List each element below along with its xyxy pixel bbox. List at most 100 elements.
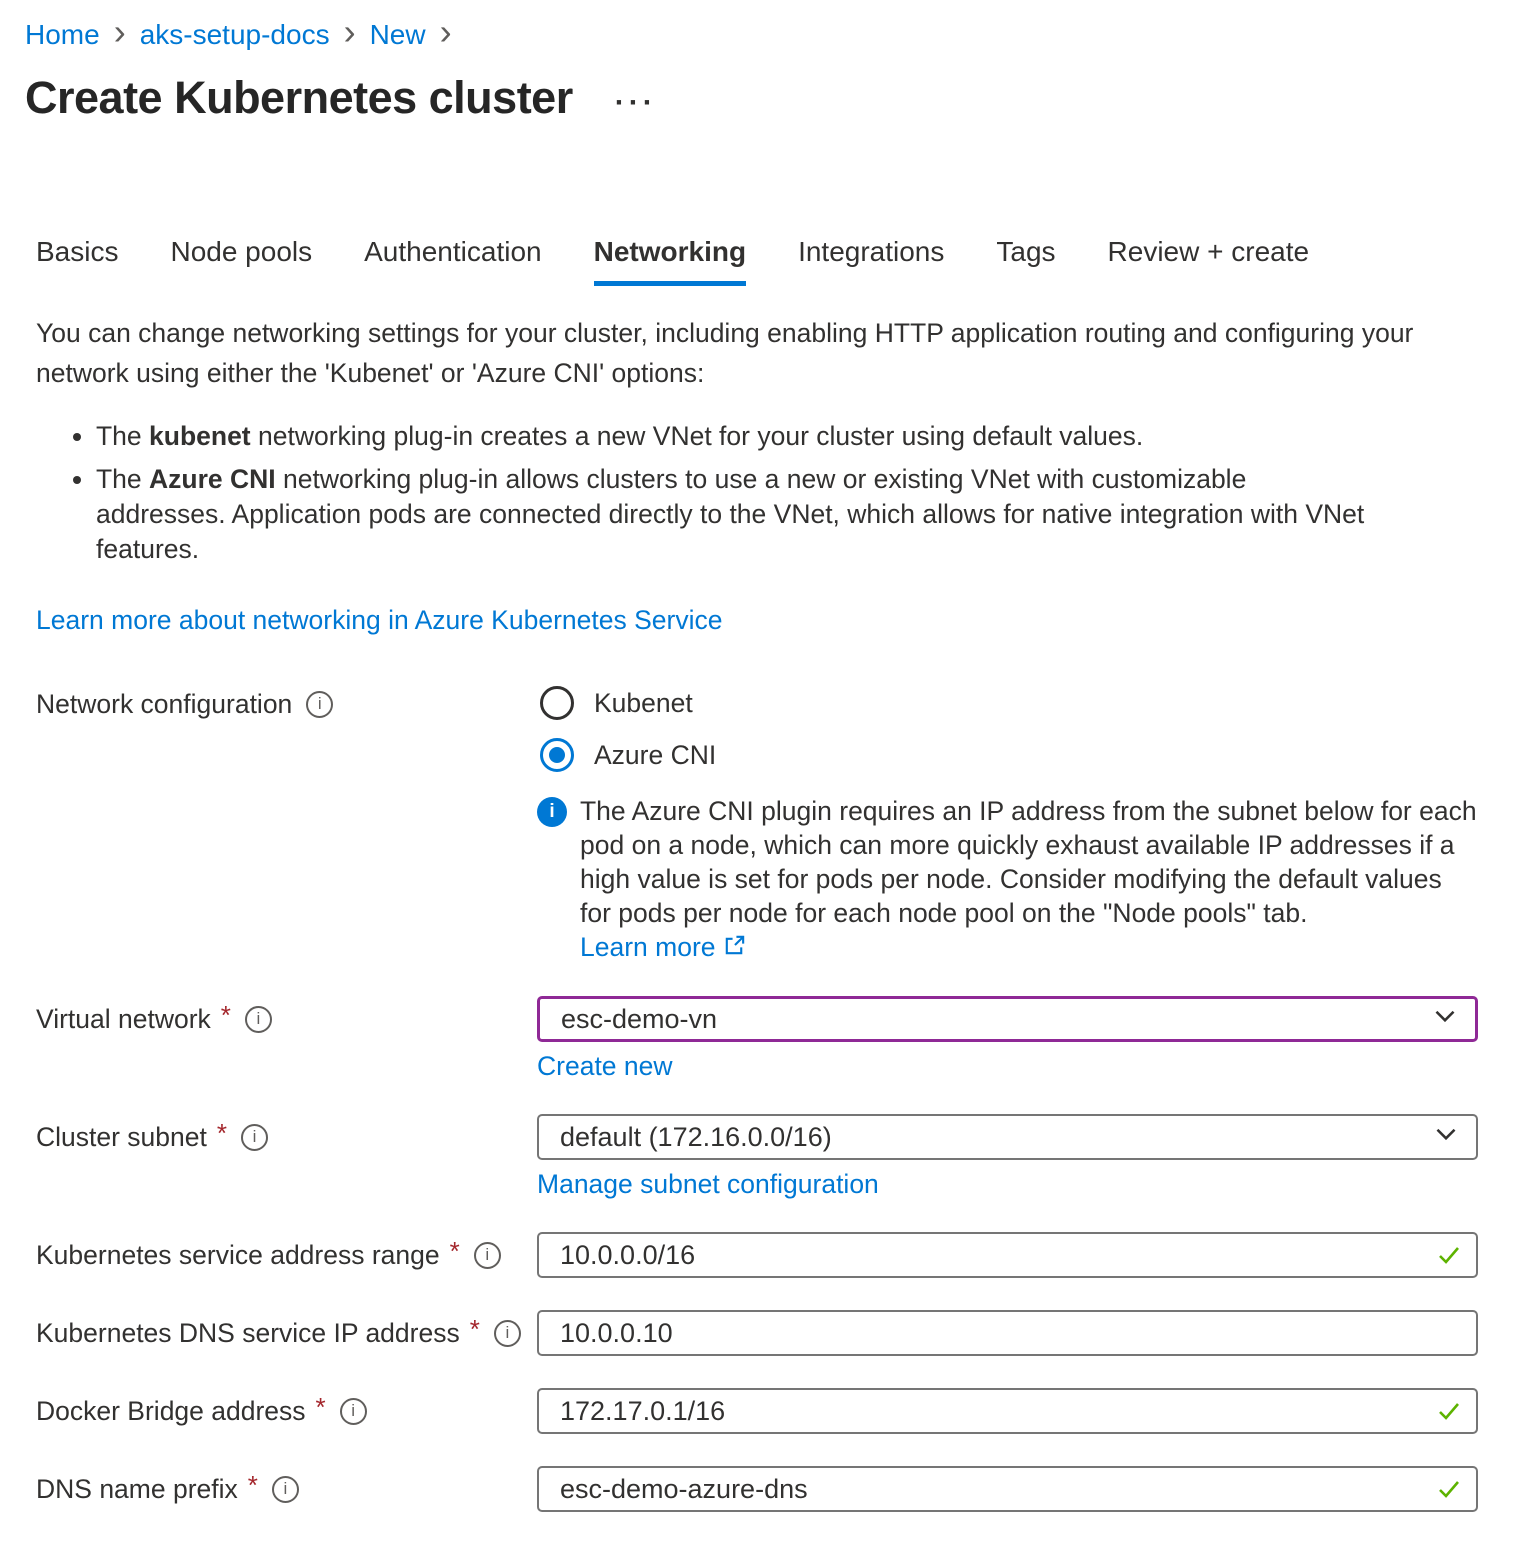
info-glyph: i (253, 1127, 257, 1147)
required-asterisk: * (248, 1470, 258, 1501)
info-glyph: i (284, 1479, 288, 1499)
info-glyph: i (351, 1401, 355, 1421)
radio-azure-cni[interactable]: Azure CNI (540, 738, 1478, 772)
info-icon[interactable]: i (340, 1398, 367, 1425)
title-row: Create Kubernetes cluster ··· (25, 72, 1478, 124)
cluster-subnet-value: default (172.16.0.0/16) (560, 1122, 832, 1153)
dns-service-ip-input[interactable] (537, 1310, 1478, 1356)
info-icon[interactable]: i (241, 1124, 268, 1151)
chevron-down-icon (1430, 1118, 1462, 1157)
field-label-row: Docker Bridge address * i (36, 1388, 537, 1434)
learn-more-link[interactable]: Learn more (580, 932, 747, 962)
dns-service-ip-label: Kubernetes DNS service IP address (36, 1318, 460, 1349)
page-title: Create Kubernetes cluster (25, 72, 573, 124)
radio-selected-icon (540, 738, 574, 772)
info-message-text: The Azure CNI plugin requires an IP addr… (580, 796, 1477, 928)
info-glyph: i (549, 801, 554, 823)
tab-basics[interactable]: Basics (36, 236, 118, 286)
list-item-azure-cni: The Azure CNI networking plug-in allows … (96, 462, 1366, 567)
tab-node-pools[interactable]: Node pools (170, 236, 312, 286)
field-label-row: Virtual network * i (36, 996, 537, 1042)
form-row-dns-name-prefix: DNS name prefix * i (36, 1466, 1478, 1512)
tab-integrations[interactable]: Integrations (798, 236, 944, 286)
required-asterisk: * (217, 1118, 227, 1149)
virtual-network-value: esc-demo-vn (561, 1004, 717, 1035)
more-options-button[interactable]: ··· (615, 86, 657, 120)
tab-tags[interactable]: Tags (996, 236, 1055, 286)
info-icon[interactable]: i (306, 691, 333, 718)
form-row-cluster-subnet: Cluster subnet * i default (172.16.0.0/1… (36, 1114, 1478, 1200)
required-asterisk: * (221, 1000, 231, 1031)
tab-authentication[interactable]: Authentication (364, 236, 541, 286)
info-filled-icon: i (537, 797, 567, 827)
form-row-virtual-network: Virtual network * i esc-demo-vn Create n… (36, 996, 1478, 1082)
checkmark-icon (1434, 1474, 1464, 1509)
form-row-dns-service-ip: Kubernetes DNS service IP address * i (36, 1310, 1478, 1356)
info-glyph: i (485, 1245, 489, 1265)
bullet-text: networking plug-in allows clusters to us… (96, 464, 1364, 564)
dns-name-prefix-input[interactable] (537, 1466, 1478, 1512)
radio-unselected-icon (540, 686, 574, 720)
info-icon[interactable]: i (272, 1476, 299, 1503)
docker-bridge-input[interactable] (537, 1388, 1478, 1434)
info-glyph: i (318, 694, 322, 714)
form-row-docker-bridge: Docker Bridge address * i (36, 1388, 1478, 1434)
field-label-row: Cluster subnet * i (36, 1114, 537, 1160)
radio-azure-cni-label: Azure CNI (594, 740, 716, 771)
breadcrumb: Home › aks-setup-docs › New › (25, 18, 1478, 52)
breadcrumb-separator-icon: › (114, 18, 126, 52)
dns-name-prefix-label: DNS name prefix (36, 1474, 238, 1505)
cluster-subnet-label: Cluster subnet (36, 1122, 207, 1153)
field-label-row: Kubernetes service address range * i (36, 1232, 537, 1278)
breadcrumb-link-new[interactable]: New (370, 19, 426, 51)
checkmark-icon (1434, 1240, 1464, 1275)
breadcrumb-link-home[interactable]: Home (25, 19, 100, 51)
docker-bridge-label: Docker Bridge address (36, 1396, 306, 1427)
network-configuration-radio-group: Kubenet Azure CNI (537, 686, 1478, 772)
radio-kubenet-label: Kubenet (594, 688, 693, 719)
form-row-service-address-range: Kubernetes service address range * i (36, 1232, 1478, 1278)
field-label-row: Kubernetes DNS service IP address * i (36, 1310, 537, 1356)
form-row-network-configuration: Network configuration i Kubenet Azure CN… (36, 686, 1478, 772)
list-item-kubenet: The kubenet networking plug-in creates a… (96, 419, 1366, 454)
info-icon[interactable]: i (494, 1320, 521, 1347)
service-address-range-input[interactable] (537, 1232, 1478, 1278)
bullet-text: networking plug-in creates a new VNet fo… (251, 421, 1144, 451)
tab-review-create[interactable]: Review + create (1108, 236, 1310, 286)
cluster-subnet-dropdown[interactable]: default (172.16.0.0/16) (537, 1114, 1478, 1160)
bullet-bold: kubenet (149, 421, 251, 451)
virtual-network-label: Virtual network (36, 1004, 211, 1035)
field-label-row: Network configuration i (36, 686, 537, 722)
required-asterisk: * (470, 1314, 480, 1345)
virtual-network-dropdown[interactable]: esc-demo-vn (537, 996, 1478, 1042)
service-address-range-label: Kubernetes service address range (36, 1240, 440, 1271)
networking-form: Network configuration i Kubenet Azure CN… (36, 686, 1478, 1512)
more-options-icon: ··· (615, 86, 657, 119)
breadcrumb-link-aks-setup-docs[interactable]: aks-setup-docs (140, 19, 330, 51)
chevron-down-icon (1429, 1000, 1461, 1039)
intro-text: You can change networking settings for y… (36, 313, 1436, 393)
tab-networking[interactable]: Networking (594, 236, 746, 286)
radio-kubenet[interactable]: Kubenet (540, 686, 1478, 720)
field-label-row: DNS name prefix * i (36, 1466, 537, 1512)
tab-bar: Basics Node pools Authentication Network… (36, 236, 1478, 286)
network-configuration-label: Network configuration (36, 689, 292, 720)
networking-options-list: The kubenet networking plug-in creates a… (36, 419, 1366, 567)
checkmark-icon (1434, 1396, 1464, 1431)
learn-more-networking-link[interactable]: Learn more about networking in Azure Kub… (36, 605, 722, 636)
create-new-link[interactable]: Create new (537, 1051, 673, 1082)
breadcrumb-separator-icon: › (344, 18, 356, 52)
info-glyph: i (257, 1009, 261, 1029)
manage-subnet-configuration-link[interactable]: Manage subnet configuration (537, 1169, 879, 1200)
learn-more-label: Learn more (580, 932, 716, 962)
azure-cni-info-message: i The Azure CNI plugin requires an IP ad… (537, 794, 1478, 966)
required-asterisk: * (450, 1236, 460, 1267)
info-glyph: i (505, 1323, 509, 1343)
info-icon[interactable]: i (245, 1006, 272, 1033)
bullet-text: The (96, 421, 149, 451)
info-icon[interactable]: i (474, 1242, 501, 1269)
bullet-text: The (96, 464, 149, 494)
breadcrumb-separator-icon: › (440, 18, 452, 52)
external-link-icon (722, 932, 747, 966)
bullet-bold: Azure CNI (149, 464, 276, 494)
